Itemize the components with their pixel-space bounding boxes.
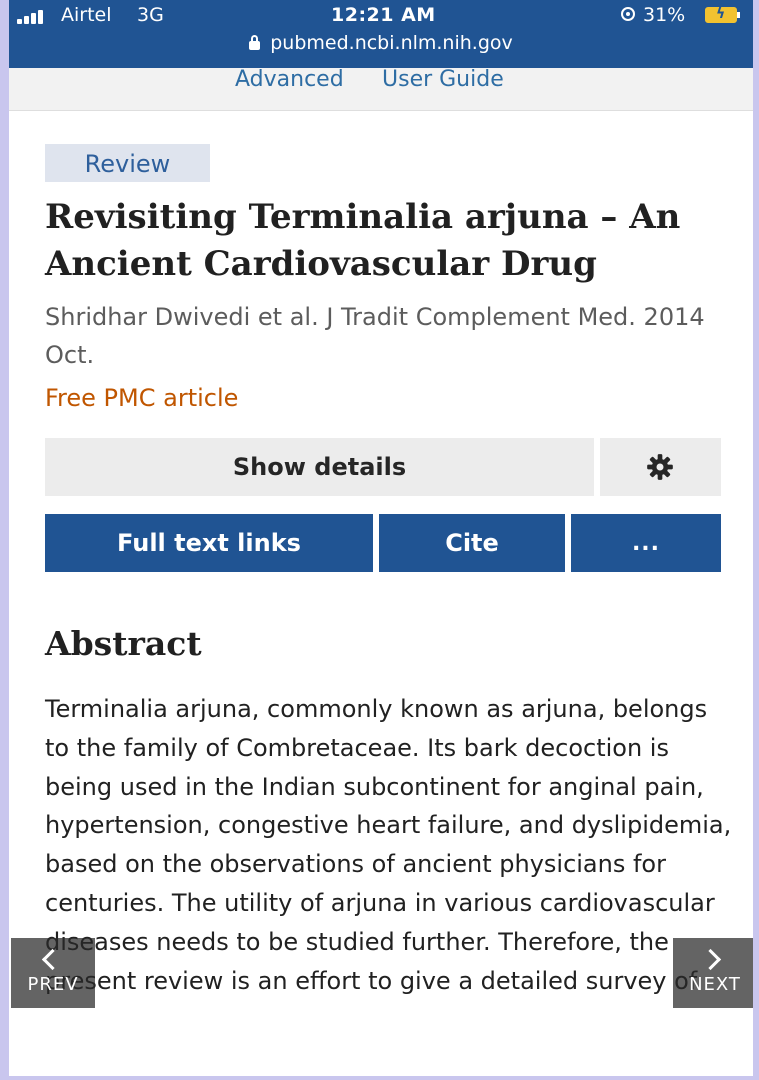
show-details-button[interactable]: Show details	[45, 438, 594, 496]
chevron-right-icon	[699, 948, 722, 971]
abstract-text: Terminalia arjuna, commonly known as arj…	[45, 695, 732, 995]
carrier-name: Airtel	[61, 4, 112, 26]
article-title: Revisiting Terminalia arjuna – An Ancien…	[45, 197, 681, 284]
battery-percent: 31%	[643, 4, 686, 26]
orientation-lock-icon	[621, 7, 635, 21]
address-bar[interactable]: pubmed.ncbi.nlm.nih.gov	[9, 32, 753, 58]
network-type: 3G	[137, 4, 164, 26]
article-citation: Shridhar Dwivedi et al. J Tradit Complem…	[45, 303, 705, 369]
chevron-left-icon	[41, 948, 64, 971]
status-time: 12:21 AM	[331, 4, 436, 26]
more-actions-button[interactable]: ...	[571, 514, 721, 572]
next-label: NEXT	[689, 974, 741, 995]
advanced-search-link[interactable]: Advanced	[235, 68, 344, 92]
free-pmc-article-link[interactable]: Free PMC article	[45, 384, 238, 412]
battery-charging-icon: ϟ	[705, 6, 740, 23]
search-links-strip: Advanced User Guide	[9, 68, 753, 111]
prev-label: PREV	[27, 974, 79, 995]
url-text: pubmed.ncbi.nlm.nih.gov	[270, 32, 513, 54]
screen-border	[0, 1076, 759, 1080]
browser-top-bar: Airtel 3G 12:21 AM 31% ϟ pubmed.ncbi.nlm…	[9, 0, 753, 68]
next-result-button[interactable]: NEXT	[673, 938, 753, 1008]
lock-icon	[249, 35, 261, 50]
display-settings-button[interactable]	[600, 438, 721, 496]
signal-bars-icon	[17, 10, 53, 24]
full-text-links-button[interactable]: Full text links	[45, 514, 373, 572]
cite-button[interactable]: Cite	[379, 514, 565, 572]
abstract-heading: Abstract	[45, 624, 202, 663]
prev-result-button[interactable]: PREV	[11, 938, 95, 1008]
user-guide-link[interactable]: User Guide	[382, 68, 504, 92]
gear-icon	[647, 454, 673, 480]
phone-screen: Airtel 3G 12:21 AM 31% ϟ pubmed.ncbi.nlm…	[9, 0, 753, 1080]
status-bar: Airtel 3G 12:21 AM 31% ϟ	[9, 4, 753, 30]
article-type-badge: Review	[45, 144, 210, 182]
